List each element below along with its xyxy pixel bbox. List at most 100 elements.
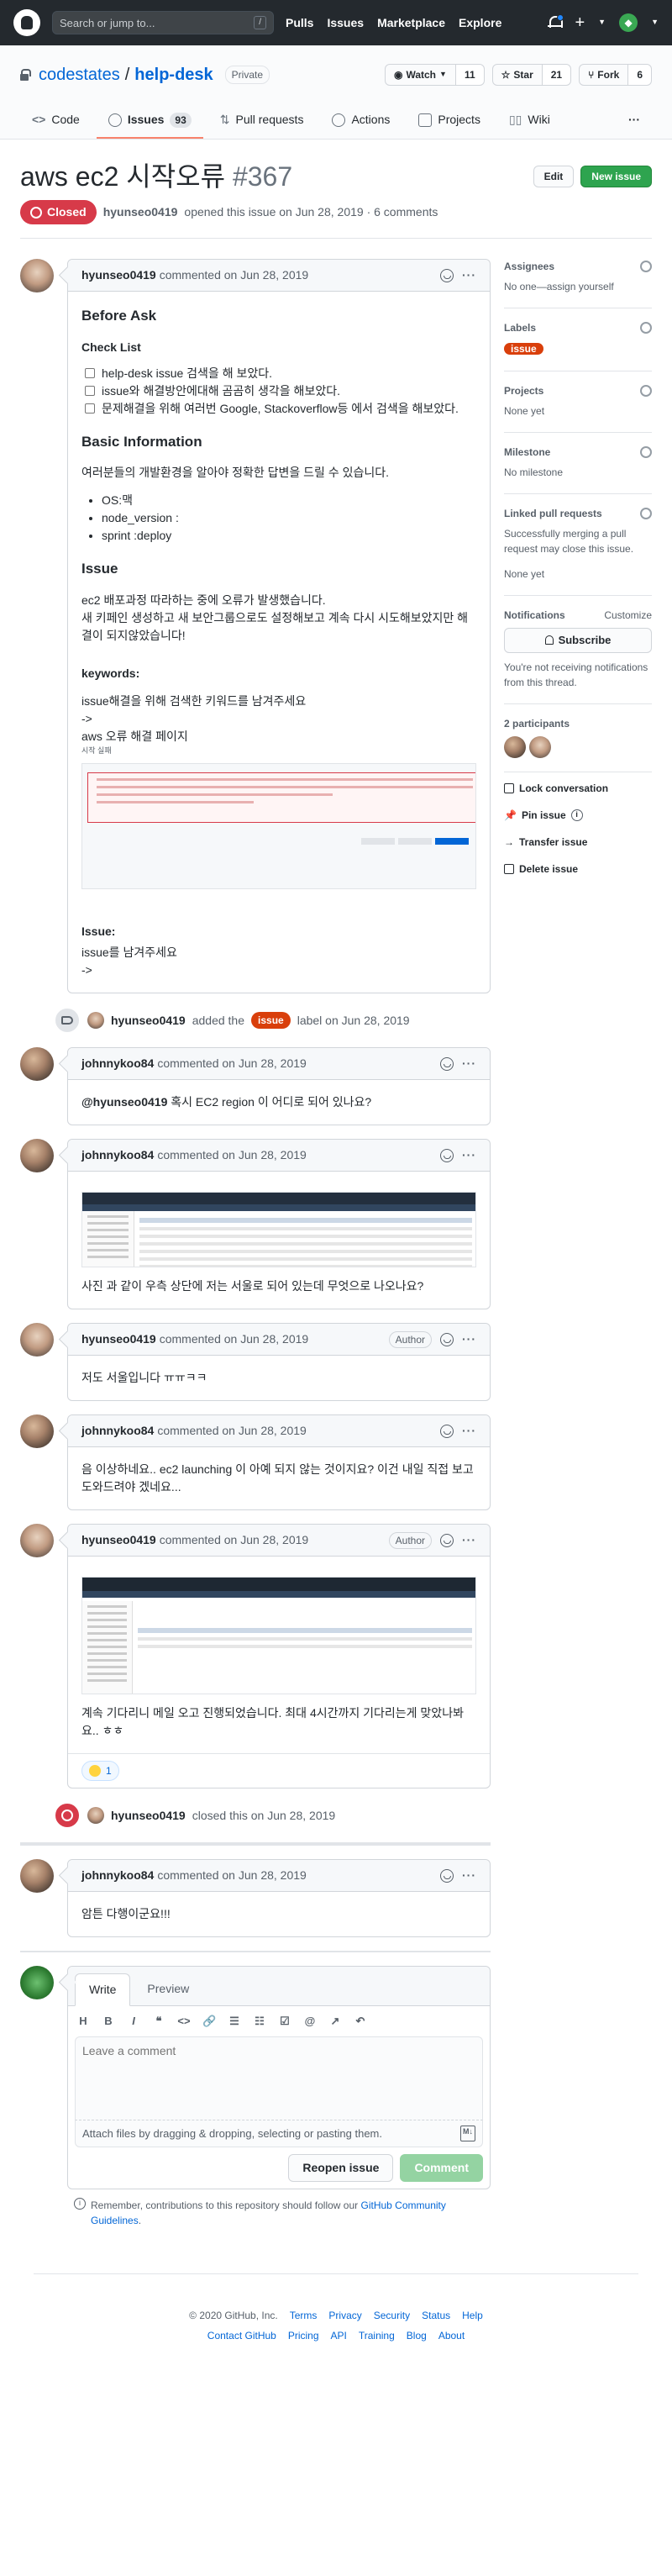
watch-button[interactable]: ◉ Watch ▼ — [384, 64, 456, 86]
markdown-icon[interactable]: M↓ — [460, 2125, 475, 2141]
bold-icon[interactable]: B — [102, 2013, 115, 2030]
task-checkbox[interactable] — [85, 368, 95, 378]
more-tabs-button[interactable]: ··· — [617, 103, 652, 139]
star-button[interactable]: ☆ Star — [491, 64, 543, 86]
notifications-bell-icon[interactable] — [548, 14, 564, 30]
kebab-menu-icon[interactable]: ··· — [462, 1531, 476, 1549]
smiley-icon[interactable] — [440, 1056, 454, 1071]
current-user-avatar[interactable] — [20, 1966, 54, 1999]
footer-link-contact[interactable]: Contact GitHub — [207, 2328, 276, 2343]
footer-link-help[interactable]: Help — [462, 2308, 483, 2323]
avatar[interactable] — [20, 1323, 54, 1356]
footer-link-api[interactable]: API — [331, 2328, 347, 2343]
new-issue-button[interactable]: New issue — [580, 166, 652, 187]
aws-console-screenshot-image[interactable] — [81, 1192, 476, 1267]
comment-author[interactable]: johnnykoo84 — [81, 1146, 154, 1164]
tab-pull-requests[interactable]: ⇅ Pull requests — [208, 103, 316, 139]
gear-icon[interactable] — [640, 446, 652, 458]
ordered-list-icon[interactable]: ☷ — [253, 2013, 266, 2030]
tab-actions[interactable]: Actions — [320, 103, 402, 139]
repo-owner-link[interactable]: codestates — [39, 62, 120, 87]
kebab-menu-icon[interactable]: ··· — [462, 1055, 476, 1072]
task-checkbox[interactable] — [85, 403, 95, 414]
smiley-icon[interactable] — [440, 268, 454, 282]
tab-projects[interactable]: Projects — [407, 103, 492, 139]
gear-icon[interactable] — [640, 322, 652, 334]
search-input[interactable] — [60, 16, 248, 29]
customize-link[interactable]: Customize — [604, 608, 652, 623]
event-user[interactable]: hyunseo0419 — [111, 1807, 186, 1825]
gear-icon[interactable] — [640, 261, 652, 272]
smiley-icon[interactable] — [440, 1148, 454, 1162]
lock-conversation-button[interactable]: Lock conversation — [504, 781, 652, 796]
quote-icon[interactable]: ❝ — [152, 2013, 165, 2030]
delete-issue-button[interactable]: Delete issue — [504, 861, 652, 877]
transfer-issue-button[interactable]: → Transfer issue — [504, 835, 652, 850]
smiley-icon[interactable] — [440, 1424, 454, 1438]
link-icon[interactable]: 🔗 — [202, 2013, 216, 2030]
footer-link-status[interactable]: Status — [422, 2308, 450, 2323]
comment-author[interactable]: hyunseo0419 — [81, 1330, 156, 1348]
italic-icon[interactable]: I — [127, 2013, 140, 2030]
github-logo-icon[interactable] — [13, 9, 40, 36]
smiley-icon[interactable] — [440, 1533, 454, 1547]
avatar[interactable] — [20, 259, 54, 292]
fork-button[interactable]: ⑂ Fork — [579, 64, 629, 86]
nav-pulls[interactable]: Pulls — [286, 14, 313, 32]
create-new-plus-icon[interactable]: + — [575, 14, 585, 31]
footer-link-pricing[interactable]: Pricing — [288, 2328, 319, 2343]
footer-link-privacy[interactable]: Privacy — [328, 2308, 361, 2323]
unordered-list-icon[interactable]: ☰ — [228, 2013, 241, 2030]
avatar[interactable] — [20, 1524, 54, 1557]
issue-label[interactable]: issue — [504, 343, 543, 355]
kebab-menu-icon[interactable]: ··· — [462, 1146, 476, 1164]
comment-submit-button[interactable]: Comment — [400, 2154, 483, 2182]
mention-icon[interactable]: @ — [303, 2013, 317, 2030]
avatar[interactable] — [87, 1012, 104, 1029]
event-user[interactable]: hyunseo0419 — [111, 1012, 186, 1030]
avatar[interactable] — [20, 1859, 54, 1893]
task-checkbox[interactable] — [85, 386, 95, 396]
comment-author[interactable]: johnnykoo84 — [81, 1055, 154, 1072]
task-list-icon[interactable]: ☑ — [278, 2013, 291, 2030]
reopen-issue-button[interactable]: Reopen issue — [288, 2154, 394, 2182]
footer-link-training[interactable]: Training — [359, 2328, 395, 2343]
issue-label[interactable]: issue — [251, 1012, 291, 1029]
tab-issues[interactable]: Issues 93 — [96, 103, 203, 139]
kebab-menu-icon[interactable]: ··· — [462, 266, 476, 284]
gear-icon[interactable] — [640, 508, 652, 519]
comment-author[interactable]: johnnykoo84 — [81, 1867, 154, 1884]
tab-code[interactable]: <> Code — [20, 103, 92, 139]
tab-write[interactable]: Write — [75, 1973, 131, 2006]
error-screenshot-image[interactable] — [81, 763, 476, 889]
star-count[interactable]: 21 — [542, 64, 572, 86]
nav-explore[interactable]: Explore — [459, 14, 501, 32]
comment-textarea[interactable] — [82, 2043, 475, 2113]
code-icon[interactable]: <> — [177, 2013, 191, 2030]
user-mention[interactable]: @hyunseo0419 — [81, 1095, 167, 1109]
comment-author[interactable]: hyunseo0419 — [81, 266, 156, 284]
chevron-down-icon[interactable]: ▼ — [651, 17, 659, 29]
tab-wiki[interactable]: ▯▯ Wiki — [497, 103, 562, 139]
fork-count[interactable]: 6 — [628, 64, 652, 86]
kebab-menu-icon[interactable]: ··· — [462, 1867, 476, 1884]
participant-avatar[interactable] — [504, 735, 526, 758]
tab-preview[interactable]: Preview — [134, 1973, 202, 2005]
user-avatar[interactable]: ◆ — [619, 13, 638, 32]
footer-link-about[interactable]: About — [438, 2328, 465, 2343]
comment-author[interactable]: hyunseo0419 — [81, 1531, 156, 1549]
kebab-menu-icon[interactable]: ··· — [462, 1422, 476, 1440]
search-box[interactable]: / — [52, 11, 274, 34]
edit-button[interactable]: Edit — [533, 166, 575, 187]
nav-marketplace[interactable]: Marketplace — [377, 14, 445, 32]
nav-issues[interactable]: Issues — [327, 14, 364, 32]
avatar[interactable] — [20, 1414, 54, 1448]
comment-author[interactable]: johnnykoo84 — [81, 1422, 154, 1440]
footer-link-security[interactable]: Security — [374, 2308, 410, 2323]
heading-icon[interactable]: H — [76, 2013, 90, 2030]
avatar[interactable] — [87, 1807, 104, 1824]
aws-instances-screenshot-image[interactable] — [81, 1577, 476, 1694]
reply-icon[interactable]: ↶ — [354, 2013, 367, 2030]
reaction-button[interactable]: 1 — [81, 1761, 119, 1781]
pin-issue-button[interactable]: 📌 Pin issue i — [504, 808, 652, 823]
